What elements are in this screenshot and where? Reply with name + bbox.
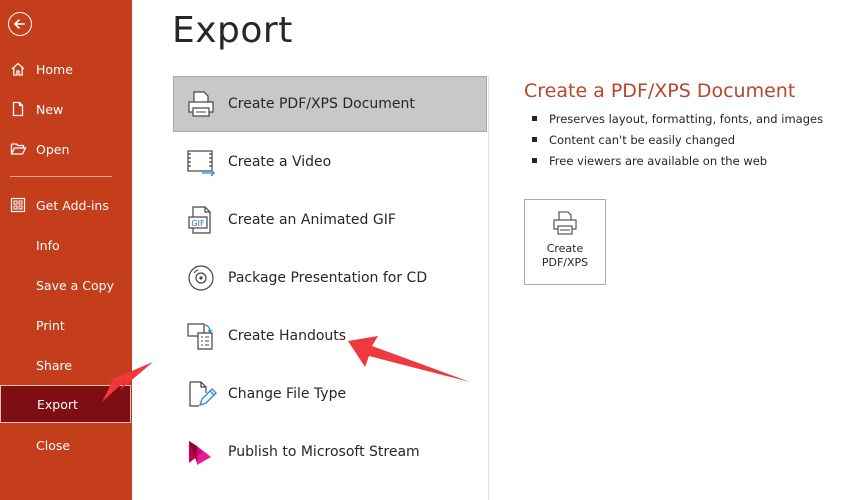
create-button-line1: Create (546, 242, 584, 255)
stream-icon (174, 424, 224, 480)
back-arrow-icon (13, 18, 25, 30)
create-pdf-xps-button[interactable]: Create PDF/XPS (524, 199, 606, 285)
nav-close[interactable]: Close (0, 426, 132, 464)
create-button-label: Create PDF/XPS (542, 242, 588, 270)
bullet-icon (532, 137, 537, 142)
option-package-for-cd[interactable]: Package Presentation for CD (173, 250, 487, 306)
detail-bullet-text: Free viewers are available on the web (549, 153, 768, 168)
add-ins-grid-icon (0, 197, 36, 213)
detail-panel: Create a PDF/XPS Document Preserves layo… (524, 80, 824, 171)
detail-bullet-list: Preserves layout, formatting, fonts, and… (524, 108, 824, 171)
nav-info[interactable]: Info (0, 226, 132, 264)
cd-icon (174, 250, 224, 306)
nav-new-label: New (36, 101, 64, 117)
option-label: Create Handouts (228, 328, 347, 344)
gif-badge-text: GIF (191, 219, 205, 228)
back-button[interactable] (8, 12, 32, 36)
nav-get-add-ins-label: Get Add-ins (36, 197, 109, 213)
option-label: Change File Type (228, 386, 347, 402)
nav-export[interactable]: Export (0, 385, 131, 423)
nav-get-add-ins[interactable]: Get Add-ins (0, 186, 132, 224)
nav-share-label: Share (36, 357, 73, 373)
nav-open-label: Open (36, 141, 70, 157)
nav-open[interactable]: Open (0, 130, 132, 168)
change-file-type-icon (174, 366, 224, 422)
option-label: Publish to Microsoft Stream (228, 444, 420, 460)
detail-bullet: Content can't be easily changed (524, 129, 824, 150)
pdf-document-icon (551, 210, 579, 240)
folder-open-icon (0, 141, 36, 157)
export-options-list: Create PDF/XPS Document Create a Video G… (173, 76, 489, 500)
detail-bullet-text: Content can't be easily changed (549, 132, 735, 147)
nav-info-label: Info (36, 237, 60, 253)
bullet-icon (532, 158, 537, 163)
option-create-animated-gif[interactable]: GIF Create an Animated GIF (173, 192, 487, 248)
nav-share[interactable]: Share (0, 346, 132, 384)
option-label: Create PDF/XPS Document (228, 96, 415, 112)
bullet-icon (532, 116, 537, 121)
option-create-pdf-xps[interactable]: Create PDF/XPS Document (173, 76, 487, 132)
detail-bullet: Preserves layout, formatting, fonts, and… (524, 108, 824, 129)
option-publish-to-stream[interactable]: Publish to Microsoft Stream (173, 424, 487, 480)
new-document-icon (0, 101, 36, 117)
backstage-sidebar: Home New Open Get Add-ins Info Save a Co… (0, 0, 132, 500)
gif-icon: GIF (174, 192, 224, 248)
page-title: Export (172, 10, 293, 51)
detail-bullet-text: Preserves layout, formatting, fonts, and… (549, 111, 824, 126)
option-label: Create an Animated GIF (228, 212, 396, 228)
detail-title: Create a PDF/XPS Document (524, 80, 796, 102)
pdf-document-icon (174, 76, 224, 132)
handouts-icon (174, 308, 224, 364)
sidebar-divider (10, 176, 112, 177)
nav-print-label: Print (36, 317, 65, 333)
option-change-file-type[interactable]: Change File Type (173, 366, 487, 422)
nav-home[interactable]: Home (0, 50, 132, 88)
create-button-line2: PDF/XPS (541, 256, 589, 269)
option-create-video[interactable]: Create a Video (173, 134, 487, 190)
nav-save-a-copy[interactable]: Save a Copy (0, 266, 132, 304)
option-create-handouts[interactable]: Create Handouts (173, 308, 487, 364)
nav-new[interactable]: New (0, 90, 132, 128)
option-label: Package Presentation for CD (228, 270, 428, 286)
nav-export-label: Export (37, 396, 78, 412)
nav-home-label: Home (36, 61, 73, 77)
video-icon (174, 134, 224, 190)
home-icon (0, 61, 36, 77)
nav-save-a-copy-label: Save a Copy (36, 277, 114, 293)
option-label: Create a Video (228, 154, 332, 170)
detail-bullet: Free viewers are available on the web (524, 150, 824, 171)
nav-close-label: Close (36, 437, 71, 453)
nav-print[interactable]: Print (0, 306, 132, 344)
